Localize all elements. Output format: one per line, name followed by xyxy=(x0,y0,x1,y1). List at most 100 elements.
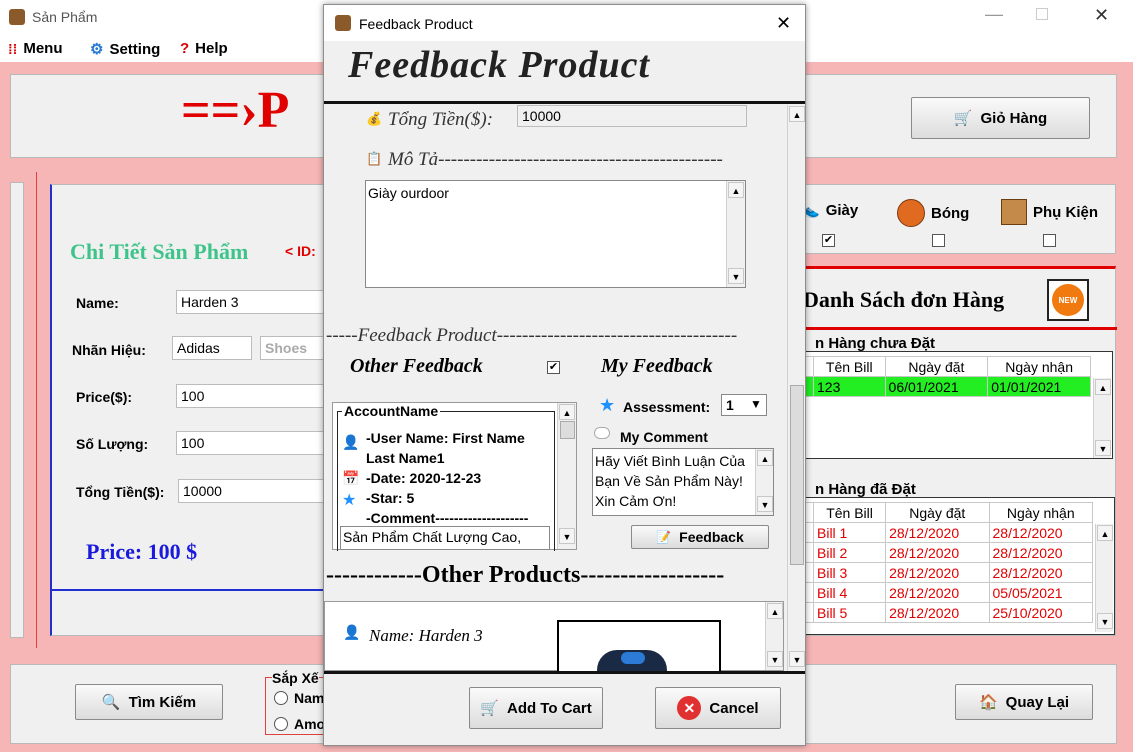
done-scrollbar[interactable]: ▲ ▼ xyxy=(1095,524,1113,632)
chevron-down-icon: ▼ xyxy=(750,397,762,411)
star-icon: ★ xyxy=(342,492,357,509)
desc-textarea[interactable]: Giày ourdoor ▲ ▼ xyxy=(365,180,746,288)
feedback-button[interactable]: 📝 Feedback xyxy=(631,525,769,549)
radio-icon xyxy=(274,717,288,731)
orders-panel: Danh Sách đơn Hàng NEW n Hàng chưa Đặt T… xyxy=(800,266,1117,636)
dialog-title: Feedback Product xyxy=(359,16,473,32)
category-giay[interactable]: 👟 Giày xyxy=(801,201,858,220)
ball-icon xyxy=(897,199,925,227)
table-row[interactable]: Bill 3 28/12/2020 28/12/2020 xyxy=(801,562,1094,583)
dlg-total-label: Tổng Tiền($): xyxy=(388,109,494,130)
new-badge-icon: NEW xyxy=(1047,279,1089,321)
phukien-checkbox[interactable] xyxy=(1043,234,1056,247)
sort-amount-radio[interactable]: Amo xyxy=(274,716,325,732)
pending-col-name: Tên Bill xyxy=(813,356,886,377)
assessment-select[interactable]: 1 ▼ xyxy=(721,394,767,416)
type-field[interactable]: Shoes xyxy=(260,336,330,360)
app-icon xyxy=(9,9,25,25)
my-comment-text: Hãy Viết Bình Luận Của Bạn Về Sản Phẩm N… xyxy=(595,453,745,509)
pending-table-box: Tên Bill Ngày đặt Ngày nhận 123 06/01/2021 0… xyxy=(801,351,1113,459)
pending-scrollbar[interactable]: ▲ ▼ xyxy=(1093,378,1111,458)
table-row[interactable]: Bill 4 28/12/2020 05/05/2021 xyxy=(801,582,1094,603)
giay-checkbox[interactable]: ✔ xyxy=(822,234,835,247)
menu-help[interactable]: ? Help xyxy=(180,40,228,57)
table-row[interactable]: Bill 1 28/12/2020 28/12/2020 xyxy=(801,522,1094,543)
cancel-icon: ✕ xyxy=(677,696,702,720)
star-line: -Star: 5 xyxy=(366,490,415,506)
back-button[interactable]: 🏠 Quay Lại xyxy=(955,684,1093,720)
desc-text: Giày ourdoor xyxy=(368,185,449,201)
table-row[interactable]: 123 06/01/2021 01/01/2021 xyxy=(801,376,1091,397)
product-detail-panel: Chi Tiết Sản Phẩm < ID: Name: Harden 3 N… xyxy=(50,184,348,636)
banner-arrow: ==›P xyxy=(181,82,290,139)
done-title: n Hàng đã Đặt xyxy=(815,481,916,498)
brand-field[interactable]: Adidas xyxy=(172,336,252,360)
user-line1: -User Name: First Name xyxy=(366,430,525,446)
dlg-desc-label: Mô Tả-----------------------------------… xyxy=(388,149,723,170)
user-icon: 👤 xyxy=(342,434,360,450)
menu-menu[interactable]: ⁞⁞ Menu xyxy=(8,40,63,57)
bottom-divider xyxy=(324,671,805,674)
products-scrollbar[interactable]: ▲ ▼ xyxy=(765,602,783,670)
done-table-box: Tên Bill Ngày đặt Ngày nhận Bill 1 28/12/20… xyxy=(801,497,1115,635)
brand-label: Nhãn Hiệu: xyxy=(72,342,146,358)
comment-box[interactable]: Sản Phẩm Chất Lượng Cao, xyxy=(340,526,550,550)
account-box: AccountName 👤 -User Name: First Name Las… xyxy=(337,403,555,551)
price-display: Price: 100 $ xyxy=(86,539,198,564)
feedback-icon: 📝 xyxy=(656,530,672,544)
my-comment-scrollbar[interactable]: ▲ ▼ xyxy=(755,449,773,515)
table-row[interactable]: Bill 5 28/12/2020 25/10/2020 xyxy=(801,602,1094,623)
name-label: Name: xyxy=(76,295,119,311)
dialog-close-button[interactable]: ✕ xyxy=(776,13,791,34)
desc-scrollbar[interactable]: ▲ ▼ xyxy=(726,181,745,287)
comment-bubble-icon xyxy=(594,427,610,439)
bong-checkbox[interactable] xyxy=(932,234,945,247)
my-comment-label: My Comment xyxy=(620,429,708,445)
done-col-date: Ngày đặt xyxy=(885,502,990,523)
other-list-scrollbar[interactable]: ▲ ▼ xyxy=(557,403,576,549)
pending-title: n Hàng chưa Đặt xyxy=(815,335,936,352)
dlg-total-field[interactable]: 10000 xyxy=(517,105,747,127)
maximize-button[interactable] xyxy=(1036,8,1048,20)
name-field[interactable]: Harden 3 xyxy=(176,290,346,314)
court-icon xyxy=(1001,199,1027,225)
search-button[interactable]: 🔍 Tìm Kiếm xyxy=(75,684,223,720)
table-row[interactable]: Bill 2 28/12/2020 28/12/2020 xyxy=(801,542,1094,563)
radio-icon xyxy=(274,691,288,705)
price-field[interactable]: 100 xyxy=(176,384,346,408)
user-line2: Last Name1 xyxy=(366,450,445,466)
cancel-button[interactable]: ✕ Cancel xyxy=(655,687,781,729)
other-feedback-checkbox[interactable]: ✔ xyxy=(547,361,560,374)
my-comment-textarea[interactable]: Hãy Viết Bình Luận Của Bạn Về Sản Phẩm N… xyxy=(592,448,774,516)
other-products-list[interactable]: 👤 Name: Harden 3 ▲ ▼ xyxy=(324,601,784,671)
close-button[interactable]: ✕ xyxy=(1094,5,1109,26)
detail-title: Chi Tiết Sản Phẩm xyxy=(70,239,249,264)
dialog-heading: Feedback Product xyxy=(348,44,651,86)
other-feedback-list[interactable]: AccountName 👤 -User Name: First Name Las… xyxy=(332,402,577,551)
category-bong[interactable]: Bóng xyxy=(897,199,969,227)
categories-panel: 👟 Giày ✔ Bóng Phụ Kiện xyxy=(800,184,1116,254)
cart-button[interactable]: 🛒 Giỏ Hàng xyxy=(911,97,1090,139)
home-icon: 🏠 xyxy=(978,694,998,711)
date-line: -Date: 2020-12-23 xyxy=(366,470,482,486)
price-label: Price($): xyxy=(76,389,133,405)
dialog-scrollbar[interactable]: ▲ ▼ xyxy=(787,105,805,671)
pending-table: Tên Bill Ngày đặt Ngày nhận 123 06/01/2021 0… xyxy=(801,356,1091,397)
orders-title: Danh Sách đơn Hàng xyxy=(803,287,1005,312)
detail-divider xyxy=(52,589,342,591)
add-to-cart-button[interactable]: 🛒 Add To Cart xyxy=(469,687,603,729)
feedback-dialog: Feedback Product ✕ Feedback Product 💰 Tổ… xyxy=(323,4,806,746)
menu-setting[interactable]: ⚙ Setting xyxy=(90,40,160,59)
left-pink xyxy=(36,172,37,648)
pending-col-date: Ngày đặt xyxy=(884,356,989,377)
heading-divider xyxy=(324,101,805,104)
pending-col-recv: Ngày nhận xyxy=(987,356,1091,377)
id-label: < ID: xyxy=(285,243,316,259)
sort-name-radio[interactable]: Nam xyxy=(274,690,324,706)
product-image xyxy=(557,620,721,671)
minimize-button[interactable]: — xyxy=(985,4,1003,25)
total-label: Tổng Tiền($): xyxy=(76,484,165,500)
qty-field[interactable]: 100 xyxy=(176,431,346,455)
sort-title: Sắp Xế xyxy=(272,670,319,686)
category-phukien[interactable]: Phụ Kiện xyxy=(1001,199,1098,225)
